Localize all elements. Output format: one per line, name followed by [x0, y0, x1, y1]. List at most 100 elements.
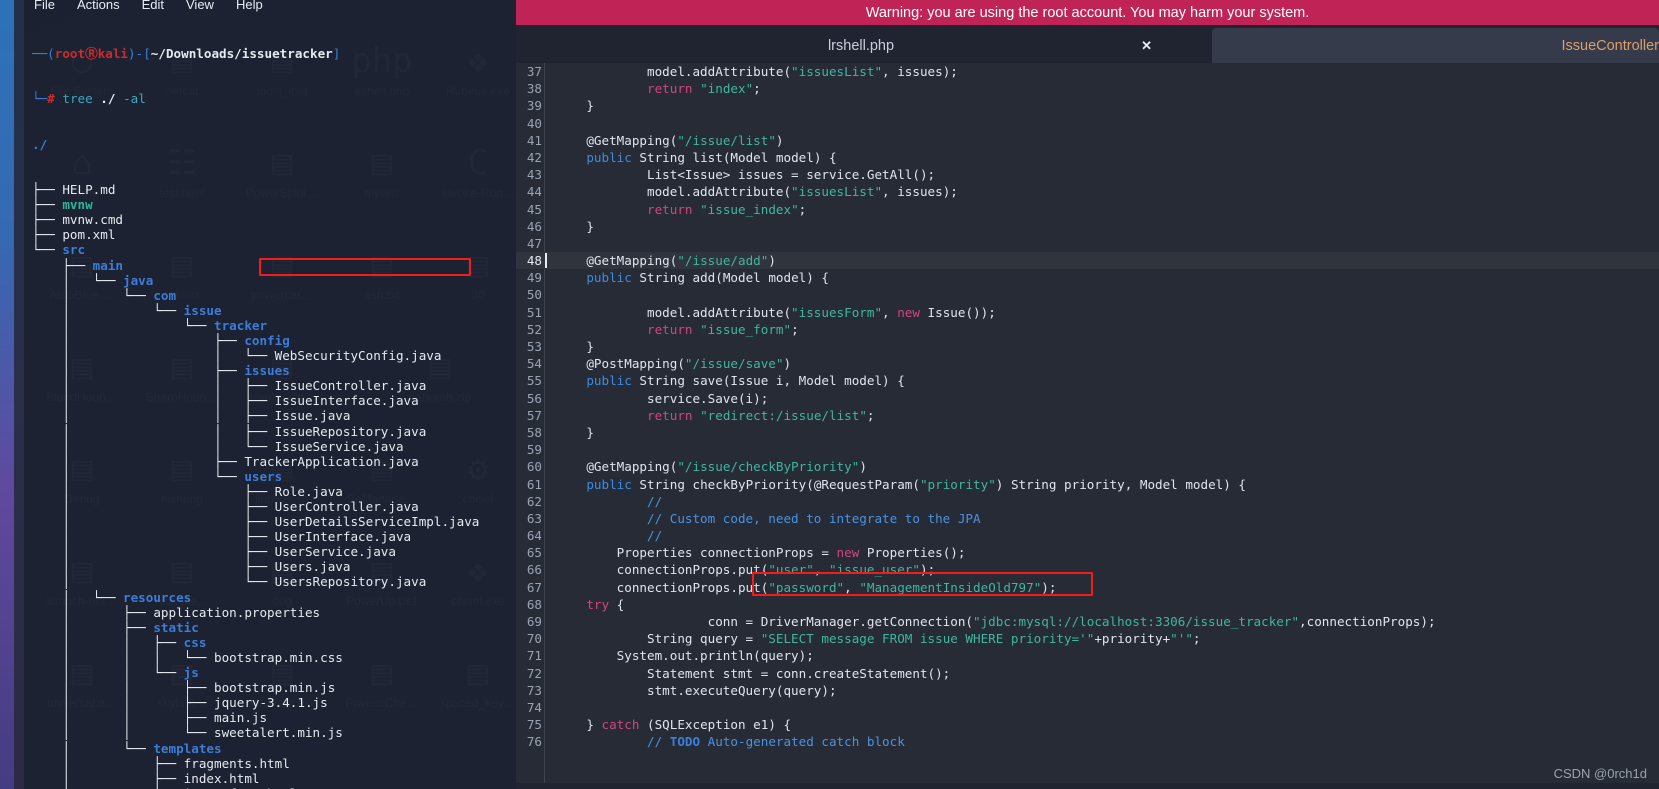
code-line[interactable]: 72 Statement stmt = conn.createStatement…	[516, 665, 1659, 682]
tree-row: │ ├── UserDetailsServiceImpl.java	[32, 514, 516, 529]
line-number: 46	[526, 218, 542, 234]
code-line[interactable]: 41 @GetMapping("/issue/list")	[516, 132, 1659, 149]
code-line[interactable]: 51 model.addAttribute("issuesForm", new …	[516, 304, 1659, 321]
tree-entry-name: issue	[183, 302, 222, 318]
code-line[interactable]: 56 service.Save(i);	[516, 390, 1659, 407]
code-line[interactable]: 64 //	[516, 527, 1659, 544]
code-line[interactable]: 54 @PostMapping("/issue/save")	[516, 355, 1659, 372]
code-token: +priority+	[1094, 631, 1171, 647]
code-token: }	[556, 98, 594, 114]
code-token: }	[556, 218, 594, 234]
terminal-window[interactable]: File Actions Edit View Help ──(rootⓇkali…	[24, 0, 516, 789]
tab-label: IssueController	[1561, 37, 1659, 54]
code-line[interactable]: 70 String query = "SELECT message FROM i…	[516, 630, 1659, 647]
code-line[interactable]: 58 }	[516, 424, 1659, 441]
code-token: ,	[882, 304, 898, 320]
code-line[interactable]: 61 public String checkByPriority(@Reques…	[516, 476, 1659, 493]
code-lines[interactable]: 37 model.addAttribute("issuesList", issu…	[516, 63, 1659, 751]
code-line[interactable]: 43 List<Issue> issues = service.GetAll()…	[516, 166, 1659, 183]
code-line[interactable]: 39 }	[516, 97, 1659, 114]
code-line[interactable]: 73 stmt.executeQuery(query);	[516, 682, 1659, 699]
code-line[interactable]: 62 //	[516, 493, 1659, 510]
tree-branch-glyph: ├──	[32, 182, 63, 198]
menu-item-file[interactable]: File	[34, 0, 55, 13]
terminal-output[interactable]: ──(rootⓇkali)-[~/Downloads/issuetracker]…	[32, 16, 516, 789]
code-line[interactable]: 47	[516, 235, 1659, 252]
line-number: 56	[526, 390, 542, 406]
code-line[interactable]: 52 return "issue_form";	[516, 321, 1659, 338]
code-line[interactable]: 57 return "redirect:/issue/list";	[516, 407, 1659, 424]
code-line[interactable]: 74	[516, 699, 1659, 716]
menu-item-actions[interactable]: Actions	[77, 0, 120, 13]
menu-item-edit[interactable]: Edit	[142, 0, 164, 13]
tree-branch-glyph: ├──	[32, 227, 63, 243]
line-number: 49	[526, 270, 542, 286]
tree-entry-name: mvnw.cmd	[62, 212, 124, 228]
tree-row: │ ├── static	[32, 620, 516, 635]
code-line[interactable]: 76 // TODO Auto-generated catch block	[516, 733, 1659, 750]
tree-row: │ │ ├── IssueInterface.java	[32, 393, 516, 408]
code-line[interactable]: 48 @GetMapping("/issue/add")	[516, 252, 1659, 270]
code-line[interactable]: 42 public String list(Model model) {	[516, 149, 1659, 166]
tree-entry-name: mvnw	[62, 197, 93, 213]
code-line[interactable]: 67 connectionProps.put("password", "Mana…	[516, 579, 1659, 596]
tree-entry-name: Users.java	[274, 559, 351, 575]
tree-branch-glyph: │ │ ├──	[32, 695, 214, 711]
code-line[interactable]: 50	[516, 286, 1659, 303]
root-account-warning-bar: Warning: you are using the root account.…	[516, 0, 1659, 25]
code-line[interactable]: 69 conn = DriverManager.getConnection("j…	[516, 613, 1659, 630]
close-icon[interactable]: ✕	[1141, 38, 1152, 54]
menu-item-view[interactable]: View	[186, 0, 214, 13]
editor-tab-bar[interactable]: lrshell.php ✕ IssueController	[516, 25, 1659, 63]
code-line[interactable]: 55 public String save(Issue i, Model mod…	[516, 372, 1659, 389]
code-token: , issues);	[882, 184, 958, 200]
code-line[interactable]: 40	[516, 115, 1659, 132]
code-line[interactable]: 59	[516, 441, 1659, 458]
code-token: )	[783, 356, 792, 372]
tree-branch-glyph: │ ├──	[32, 363, 245, 379]
menu-item-help[interactable]: Help	[236, 0, 263, 13]
code-line[interactable]: 63 // Custom code, need to integrate to …	[516, 510, 1659, 527]
code-line[interactable]: 38 return "index";	[516, 80, 1659, 97]
tree-branch-glyph: │ └──	[32, 589, 123, 605]
code-line[interactable]: 66 connectionProps.put("user", "issue_us…	[516, 561, 1659, 578]
code-token: ;	[866, 407, 875, 423]
code-line[interactable]: 75 } catch (SQLException e1) {	[516, 716, 1659, 733]
code-line[interactable]: 65 Properties connectionProps = new Prop…	[516, 544, 1659, 561]
code-editor-window[interactable]: Warning: you are using the root account.…	[516, 0, 1659, 789]
tree-row: │ └── UsersRepository.java	[32, 574, 516, 589]
tree-row: ├── main	[32, 258, 516, 273]
tab-issuecontroller-java[interactable]: IssueController	[1212, 28, 1659, 63]
line-number: 44	[526, 184, 542, 200]
code-line[interactable]: 60 @GetMapping("/issue/checkByPriority")	[516, 458, 1659, 475]
tree-entry-name: sweetalert.min.js	[213, 725, 343, 741]
tab-lrshell-php[interactable]: lrshell.php ✕	[516, 28, 1206, 63]
tree-branch-glyph: │ │ ├──	[32, 378, 275, 394]
code-line[interactable]: 53 }	[516, 338, 1659, 355]
code-line[interactable]: 45 return "issue_index";	[516, 201, 1659, 218]
code-line[interactable]: 49 public String add(Model model) {	[516, 269, 1659, 286]
code-line[interactable]: 37 model.addAttribute("issuesList", issu…	[516, 63, 1659, 80]
terminal-menu-bar[interactable]: File Actions Edit View Help	[24, 0, 516, 14]
code-token: "password"	[768, 579, 845, 595]
desktop-wallpaper-stripe	[0, 0, 14, 789]
line-number: 68	[526, 596, 542, 612]
code-line[interactable]: 68 try {	[516, 596, 1659, 613]
code-token: )	[775, 132, 784, 148]
code-line[interactable]: 46 }	[516, 218, 1659, 235]
code-token: new	[897, 304, 920, 320]
tree-branch-glyph: │ └──	[32, 740, 154, 756]
code-line[interactable]: 44 model.addAttribute("issuesList", issu…	[516, 183, 1659, 200]
line-number: 50	[526, 287, 542, 303]
line-number: 61	[526, 476, 542, 492]
code-line[interactable]: 71 System.out.println(query);	[516, 647, 1659, 664]
code-viewport[interactable]: 37 model.addAttribute("issuesList", issu…	[516, 63, 1659, 789]
line-number: 37	[526, 64, 542, 79]
code-token: public	[586, 149, 632, 165]
code-token: ) String priority, Model model) {	[995, 476, 1247, 492]
shell-command-line: └─# tree ./ -al	[32, 91, 146, 107]
tab-label: lrshell.php	[827, 37, 895, 54]
tree-branch-glyph: │ └──	[32, 317, 214, 333]
